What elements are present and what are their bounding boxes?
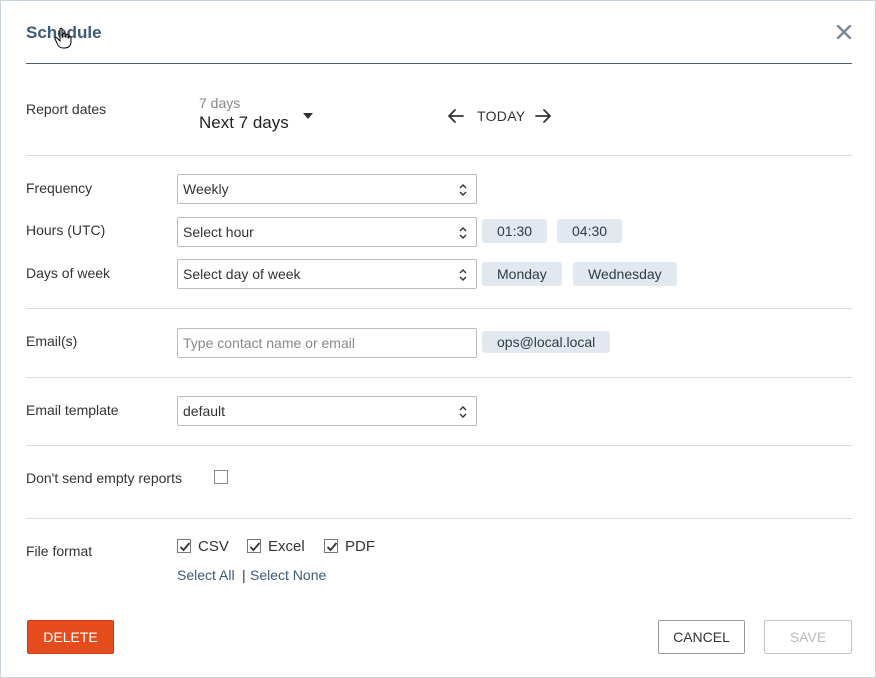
- divider: [26, 155, 852, 156]
- hour-select[interactable]: Select hour: [177, 217, 477, 247]
- day-chip[interactable]: Monday: [482, 262, 562, 286]
- caret-down-icon[interactable]: [303, 113, 313, 119]
- hour-select-placeholder: Select hour: [183, 224, 254, 240]
- delete-button[interactable]: DELETE: [27, 620, 114, 654]
- empty-reports-checkbox[interactable]: [214, 470, 228, 484]
- days-of-week-label: Days of week: [26, 265, 111, 281]
- date-range-hint: 7 days: [199, 95, 241, 111]
- emails-label: Email(s): [26, 333, 78, 349]
- select-chevron-icon: [459, 227, 467, 239]
- checkbox-checked-icon[interactable]: [247, 539, 261, 553]
- hour-chip[interactable]: 01:30: [482, 219, 548, 243]
- save-button[interactable]: SAVE: [764, 620, 852, 654]
- select-chevron-icon: [459, 269, 467, 281]
- checkbox-checked-icon[interactable]: [177, 539, 191, 553]
- day-chip[interactable]: Wednesday: [573, 262, 677, 286]
- email-chip[interactable]: ops@local.local: [482, 331, 611, 353]
- title-divider: [26, 63, 852, 64]
- email-template-label: Email template: [26, 402, 119, 418]
- email-template-select[interactable]: default: [177, 396, 477, 426]
- divider: [26, 445, 852, 446]
- hours-label: Hours (UTC): [26, 222, 106, 238]
- divider: [26, 377, 852, 378]
- email-template-value: default: [183, 403, 226, 419]
- report-dates-label: Report dates: [26, 101, 107, 117]
- cancel-button[interactable]: CANCEL: [658, 620, 745, 654]
- divider: [26, 518, 852, 519]
- today-button[interactable]: TODAY: [477, 108, 525, 124]
- checkbox-checked-icon[interactable]: [324, 539, 338, 553]
- hand-cursor-icon: [54, 27, 72, 49]
- arrow-right-icon[interactable]: [534, 107, 552, 125]
- empty-reports-label: Don't send empty reports: [26, 470, 182, 486]
- frequency-value: Weekly: [183, 181, 229, 197]
- format-label: PDF: [345, 538, 375, 555]
- link-separator: |: [242, 567, 246, 583]
- select-chevron-icon: [459, 406, 467, 418]
- date-range-dropdown[interactable]: Next 7 days: [199, 113, 289, 133]
- arrow-left-icon[interactable]: [447, 107, 465, 125]
- select-all-link[interactable]: Select All: [177, 567, 235, 583]
- day-of-week-select[interactable]: Select day of week: [177, 259, 477, 289]
- file-format-label: File format: [26, 543, 93, 559]
- day-select-placeholder: Select day of week: [183, 266, 301, 282]
- select-none-link[interactable]: Select None: [250, 567, 326, 583]
- frequency-select[interactable]: Weekly: [177, 174, 477, 204]
- select-chevron-icon: [459, 184, 467, 196]
- frequency-label: Frequency: [26, 180, 93, 196]
- format-label: Excel: [268, 538, 305, 555]
- hour-chip[interactable]: 04:30: [557, 219, 623, 243]
- email-input[interactable]: Type contact name or email: [177, 328, 477, 358]
- schedule-dialog: Schedule Report dates 7 days Next 7 days…: [0, 0, 876, 678]
- format-label: CSV: [198, 538, 229, 555]
- close-icon[interactable]: [833, 21, 855, 43]
- divider: [26, 308, 852, 309]
